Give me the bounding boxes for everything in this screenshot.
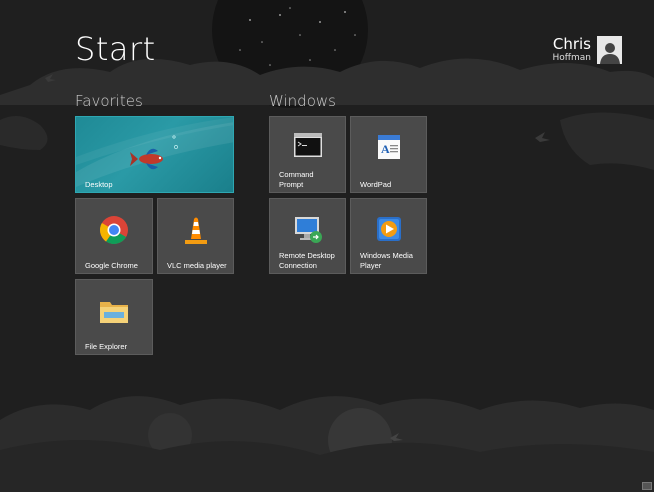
tile-wordpad[interactable]: A WordPad (350, 116, 427, 193)
wordpad-icon: A (377, 135, 400, 159)
svg-text:A: A (381, 142, 390, 156)
tile-label: Remote Desktop Connection (279, 251, 335, 270)
user-account[interactable]: Chris Hoffman (553, 36, 622, 64)
user-first-name: Chris (552, 35, 591, 53)
command-prompt-icon (293, 133, 322, 157)
tile-label: WordPad (360, 179, 392, 189)
tile-command-prompt[interactable]: Command Prompt (269, 116, 346, 193)
tile-remote-desktop-connection[interactable]: Remote Desktop Connection (269, 198, 346, 274)
tile-file-explorer[interactable]: File Explorer (75, 279, 153, 355)
user-silhouette-icon[interactable] (597, 36, 622, 64)
start-title: Start (75, 30, 156, 68)
tile-google-chrome[interactable]: Google Chrome (75, 198, 153, 274)
semantic-zoom-button[interactable] (642, 482, 652, 490)
remote-desktop-icon (294, 217, 322, 243)
tile-vlc-media-player[interactable]: VLC media player (157, 198, 234, 274)
user-last-name: Hoffman (552, 53, 591, 63)
vlc-cone-icon (184, 217, 207, 244)
tile-label: Windows Media Player (360, 251, 413, 270)
folder-icon (100, 302, 128, 323)
tile-desktop[interactable]: Desktop (75, 116, 234, 193)
tile-label: Google Chrome (85, 260, 138, 270)
windows-media-player-icon (376, 217, 401, 241)
group-windows-label: Windows (269, 92, 336, 110)
tile-windows-media-player[interactable]: Windows Media Player (350, 198, 427, 274)
tile-label: File Explorer (85, 341, 128, 351)
tile-label: Command Prompt (279, 170, 314, 189)
tile-label: Desktop (85, 179, 113, 189)
chrome-icon (100, 216, 128, 244)
group-favorites-label: Favorites (75, 92, 143, 110)
tile-label: VLC media player (167, 260, 227, 270)
